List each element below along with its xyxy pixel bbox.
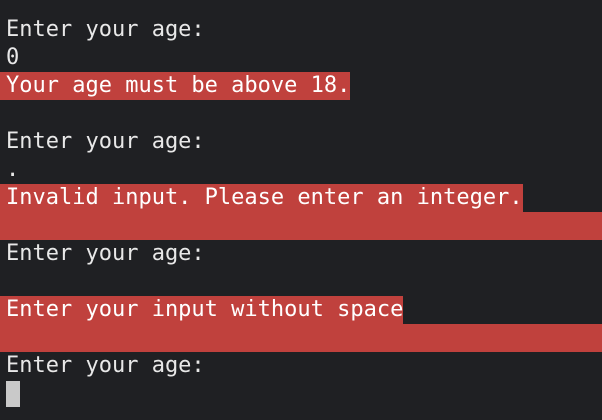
prompt-line: Enter your age: — [6, 17, 205, 42]
error-message: Your age must be above 18. — [0, 72, 351, 100]
prompt-line: Enter your age: — [6, 353, 205, 378]
text-cursor[interactable] — [6, 381, 20, 407]
user-input-line: 0 — [6, 45, 20, 70]
terminal-window[interactable]: Enter your age: 0 Your age must be above… — [0, 0, 602, 420]
error-message: Enter your input without space — [0, 296, 404, 324]
user-input-line: . — [6, 157, 20, 182]
error-message: Invalid input. Please enter an integer. — [0, 184, 523, 212]
error-highlight-fill — [0, 212, 602, 240]
error-highlight-fill — [0, 324, 602, 352]
prompt-line: Enter your age: — [6, 129, 205, 154]
prompt-line: Enter your age: — [6, 241, 205, 266]
